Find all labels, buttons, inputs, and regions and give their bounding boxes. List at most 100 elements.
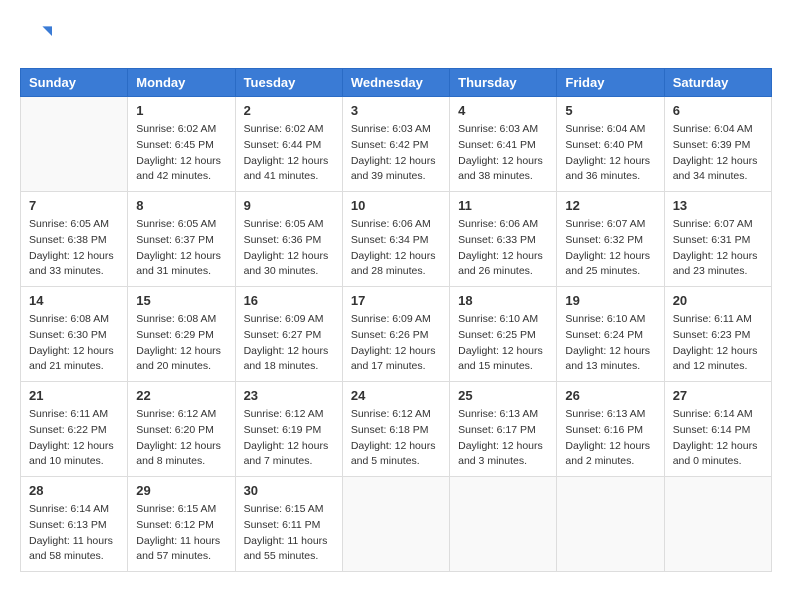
calendar-cell: 29 Sunrise: 6:15 AM Sunset: 6:12 PM Dayli… — [128, 477, 235, 572]
day-info: Sunrise: 6:15 AM Sunset: 6:12 PM Dayligh… — [136, 502, 226, 565]
logo — [20, 20, 56, 52]
day-info: Sunrise: 6:07 AM Sunset: 6:32 PM Dayligh… — [565, 217, 655, 280]
day-number: 7 — [29, 198, 119, 213]
calendar-cell: 14 Sunrise: 6:08 AM Sunset: 6:30 PM Dayli… — [21, 287, 128, 382]
day-number: 2 — [244, 103, 334, 118]
day-number: 5 — [565, 103, 655, 118]
calendar-cell: 28 Sunrise: 6:14 AM Sunset: 6:13 PM Dayli… — [21, 477, 128, 572]
calendar-cell — [450, 477, 557, 572]
day-info: Sunrise: 6:11 AM Sunset: 6:23 PM Dayligh… — [673, 312, 763, 375]
calendar-cell: 27 Sunrise: 6:14 AM Sunset: 6:14 PM Dayli… — [664, 382, 771, 477]
calendar-cell: 16 Sunrise: 6:09 AM Sunset: 6:27 PM Dayli… — [235, 287, 342, 382]
calendar-cell: 20 Sunrise: 6:11 AM Sunset: 6:23 PM Dayli… — [664, 287, 771, 382]
day-number: 3 — [351, 103, 441, 118]
day-info: Sunrise: 6:09 AM Sunset: 6:27 PM Dayligh… — [244, 312, 334, 375]
day-info: Sunrise: 6:04 AM Sunset: 6:40 PM Dayligh… — [565, 122, 655, 185]
day-number: 22 — [136, 388, 226, 403]
calendar-table: SundayMondayTuesdayWednesdayThursdayFrid… — [20, 68, 772, 572]
day-number: 21 — [29, 388, 119, 403]
calendar-cell: 6 Sunrise: 6:04 AM Sunset: 6:39 PM Daylig… — [664, 97, 771, 192]
day-number: 16 — [244, 293, 334, 308]
calendar-cell: 4Sunrise: 6:03 AM Sunset: 6:41 PM Daylig… — [450, 97, 557, 192]
day-number: 18 — [458, 293, 548, 308]
day-number: 17 — [351, 293, 441, 308]
day-number: 28 — [29, 483, 119, 498]
calendar-cell: 3 Sunrise: 6:03 AM Sunset: 6:42 PM Daylig… — [342, 97, 449, 192]
day-number: 6 — [673, 103, 763, 118]
day-of-week-header: Wednesday — [342, 69, 449, 97]
day-of-week-header: Tuesday — [235, 69, 342, 97]
day-number: 20 — [673, 293, 763, 308]
day-number: 1 — [136, 103, 226, 118]
day-number: 10 — [351, 198, 441, 213]
day-number: 15 — [136, 293, 226, 308]
day-number: 19 — [565, 293, 655, 308]
day-info: Sunrise: 6:05 AM Sunset: 6:37 PM Dayligh… — [136, 217, 226, 280]
day-number: 27 — [673, 388, 763, 403]
calendar-cell: 15 Sunrise: 6:08 AM Sunset: 6:29 PM Dayli… — [128, 287, 235, 382]
day-number: 11 — [458, 198, 548, 213]
calendar-cell: 18Sunrise: 6:10 AM Sunset: 6:25 PM Dayli… — [450, 287, 557, 382]
day-info: Sunrise: 6:03 AM Sunset: 6:42 PM Dayligh… — [351, 122, 441, 185]
calendar-cell: 23Sunrise: 6:12 AM Sunset: 6:19 PM Dayli… — [235, 382, 342, 477]
header-row: SundayMondayTuesdayWednesdayThursdayFrid… — [21, 69, 772, 97]
calendar-cell — [342, 477, 449, 572]
day-info: Sunrise: 6:06 AM Sunset: 6:33 PM Dayligh… — [458, 217, 548, 280]
calendar-cell: 5 Sunrise: 6:04 AM Sunset: 6:40 PM Daylig… — [557, 97, 664, 192]
day-number: 25 — [458, 388, 548, 403]
calendar-week-row: 7 Sunrise: 6:05 AM Sunset: 6:38 PM Daylig… — [21, 192, 772, 287]
calendar-cell: 11 Sunrise: 6:06 AM Sunset: 6:33 PM Dayli… — [450, 192, 557, 287]
day-info: Sunrise: 6:03 AM Sunset: 6:41 PM Dayligh… — [458, 122, 548, 185]
day-number: 29 — [136, 483, 226, 498]
calendar-cell: 10 Sunrise: 6:06 AM Sunset: 6:34 PM Dayli… — [342, 192, 449, 287]
day-info: Sunrise: 6:02 AM Sunset: 6:44 PM Dayligh… — [244, 122, 334, 185]
day-info: Sunrise: 6:10 AM Sunset: 6:24 PM Dayligh… — [565, 312, 655, 375]
calendar-week-row: 21 Sunrise: 6:11 AM Sunset: 6:22 PM Dayli… — [21, 382, 772, 477]
day-of-week-header: Thursday — [450, 69, 557, 97]
day-number: 14 — [29, 293, 119, 308]
calendar-cell: 26 Sunrise: 6:13 AM Sunset: 6:16 PM Dayli… — [557, 382, 664, 477]
calendar-cell: 30 Sunrise: 6:15 AM Sunset: 6:11 PM Dayli… — [235, 477, 342, 572]
calendar-cell: 21 Sunrise: 6:11 AM Sunset: 6:22 PM Dayli… — [21, 382, 128, 477]
day-info: Sunrise: 6:07 AM Sunset: 6:31 PM Dayligh… — [673, 217, 763, 280]
day-info: Sunrise: 6:13 AM Sunset: 6:17 PM Dayligh… — [458, 407, 548, 470]
day-number: 9 — [244, 198, 334, 213]
calendar-cell: 17 Sunrise: 6:09 AM Sunset: 6:26 PM Dayli… — [342, 287, 449, 382]
calendar-cell: 7 Sunrise: 6:05 AM Sunset: 6:38 PM Daylig… — [21, 192, 128, 287]
page-header — [20, 20, 772, 52]
day-info: Sunrise: 6:15 AM Sunset: 6:11 PM Dayligh… — [244, 502, 334, 565]
calendar-cell — [557, 477, 664, 572]
calendar-week-row: 1Sunrise: 6:02 AM Sunset: 6:45 PM Daylig… — [21, 97, 772, 192]
calendar-cell: 12Sunrise: 6:07 AM Sunset: 6:32 PM Dayli… — [557, 192, 664, 287]
day-info: Sunrise: 6:04 AM Sunset: 6:39 PM Dayligh… — [673, 122, 763, 185]
logo-icon — [20, 20, 52, 52]
calendar-cell — [21, 97, 128, 192]
day-number: 13 — [673, 198, 763, 213]
day-info: Sunrise: 6:05 AM Sunset: 6:36 PM Dayligh… — [244, 217, 334, 280]
calendar-cell: 13 Sunrise: 6:07 AM Sunset: 6:31 PM Dayli… — [664, 192, 771, 287]
day-of-week-header: Monday — [128, 69, 235, 97]
day-info: Sunrise: 6:05 AM Sunset: 6:38 PM Dayligh… — [29, 217, 119, 280]
day-info: Sunrise: 6:08 AM Sunset: 6:30 PM Dayligh… — [29, 312, 119, 375]
day-number: 30 — [244, 483, 334, 498]
day-of-week-header: Saturday — [664, 69, 771, 97]
day-info: Sunrise: 6:13 AM Sunset: 6:16 PM Dayligh… — [565, 407, 655, 470]
day-info: Sunrise: 6:14 AM Sunset: 6:13 PM Dayligh… — [29, 502, 119, 565]
calendar-week-row: 28 Sunrise: 6:14 AM Sunset: 6:13 PM Dayli… — [21, 477, 772, 572]
calendar-cell: 8 Sunrise: 6:05 AM Sunset: 6:37 PM Daylig… — [128, 192, 235, 287]
calendar-cell: 19 Sunrise: 6:10 AM Sunset: 6:24 PM Dayli… — [557, 287, 664, 382]
day-info: Sunrise: 6:14 AM Sunset: 6:14 PM Dayligh… — [673, 407, 763, 470]
calendar-cell — [664, 477, 771, 572]
day-number: 24 — [351, 388, 441, 403]
day-info: Sunrise: 6:08 AM Sunset: 6:29 PM Dayligh… — [136, 312, 226, 375]
day-info: Sunrise: 6:09 AM Sunset: 6:26 PM Dayligh… — [351, 312, 441, 375]
day-number: 8 — [136, 198, 226, 213]
day-info: Sunrise: 6:11 AM Sunset: 6:22 PM Dayligh… — [29, 407, 119, 470]
calendar-week-row: 14 Sunrise: 6:08 AM Sunset: 6:30 PM Dayli… — [21, 287, 772, 382]
calendar-cell: 2 Sunrise: 6:02 AM Sunset: 6:44 PM Daylig… — [235, 97, 342, 192]
calendar-cell: 9 Sunrise: 6:05 AM Sunset: 6:36 PM Daylig… — [235, 192, 342, 287]
day-info: Sunrise: 6:06 AM Sunset: 6:34 PM Dayligh… — [351, 217, 441, 280]
day-number: 26 — [565, 388, 655, 403]
day-number: 23 — [244, 388, 334, 403]
day-info: Sunrise: 6:12 AM Sunset: 6:20 PM Dayligh… — [136, 407, 226, 470]
